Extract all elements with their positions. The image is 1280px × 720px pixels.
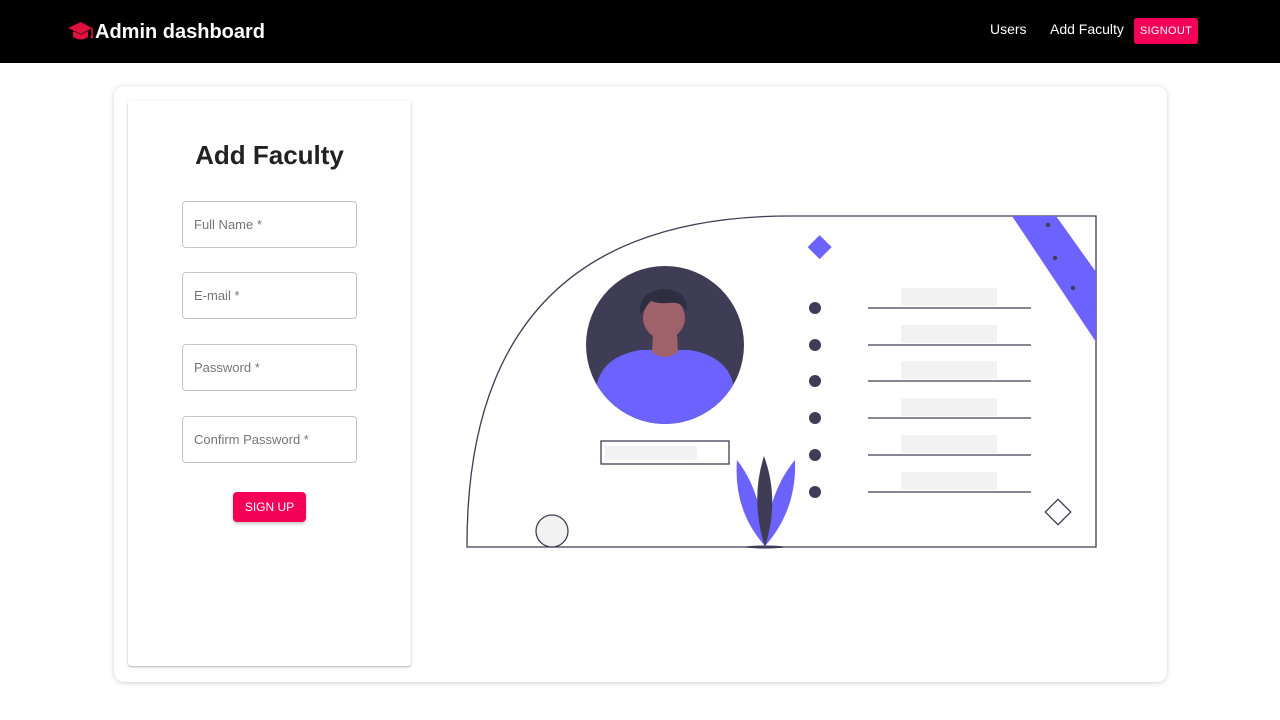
email-placeholder: E-mail * bbox=[194, 288, 240, 303]
graduation-cap-icon bbox=[68, 22, 93, 40]
name-box-fill bbox=[605, 446, 697, 460]
list-dot bbox=[809, 375, 821, 387]
full-name-placeholder: Full Name * bbox=[194, 217, 262, 232]
password-placeholder: Password * bbox=[194, 360, 260, 375]
list-row-block bbox=[901, 361, 997, 379]
form-title: Add Faculty bbox=[195, 140, 344, 170]
list-row-block bbox=[901, 288, 997, 306]
top-navbar: Admin dashboard Users Add Faculty SIGNOU… bbox=[0, 0, 1280, 63]
nav-users-link[interactable]: Users bbox=[990, 20, 1027, 38]
list-dot bbox=[809, 302, 821, 314]
confirm-password-field[interactable]: Confirm Password * bbox=[182, 416, 357, 463]
brand-link[interactable]: Admin dashboard bbox=[67, 19, 265, 45]
list-row-block bbox=[901, 398, 997, 416]
outline-diamond-shape bbox=[1044, 498, 1072, 526]
stripe-dot bbox=[1045, 222, 1051, 228]
brand-title: Admin dashboard bbox=[95, 21, 266, 43]
password-field[interactable]: Password * bbox=[182, 344, 357, 391]
full-name-field[interactable]: Full Name * bbox=[182, 201, 357, 248]
signout-button[interactable]: SIGNOUT bbox=[1134, 18, 1198, 44]
stripe-dot bbox=[1052, 255, 1058, 261]
sign-up-button[interactable]: SIGN UP bbox=[233, 492, 306, 522]
list-row-block bbox=[901, 472, 997, 490]
diamond-shape bbox=[807, 235, 832, 260]
list-row-block bbox=[901, 435, 997, 453]
stripe-dot bbox=[1070, 285, 1076, 291]
list-dot bbox=[809, 449, 821, 461]
plant-base bbox=[745, 545, 785, 549]
confirm-password-placeholder: Confirm Password * bbox=[194, 432, 309, 447]
list-dot bbox=[809, 412, 821, 424]
list-row-block bbox=[901, 325, 997, 343]
small-circle-shape bbox=[535, 514, 569, 548]
email-field[interactable]: E-mail * bbox=[182, 272, 357, 319]
list-dot bbox=[809, 339, 821, 351]
list-dot bbox=[809, 486, 821, 498]
nav-add-faculty-link[interactable]: Add Faculty bbox=[1050, 20, 1124, 38]
profile-card-illustration bbox=[466, 215, 1097, 549]
diagonal-stripe-shape bbox=[1012, 216, 1096, 342]
